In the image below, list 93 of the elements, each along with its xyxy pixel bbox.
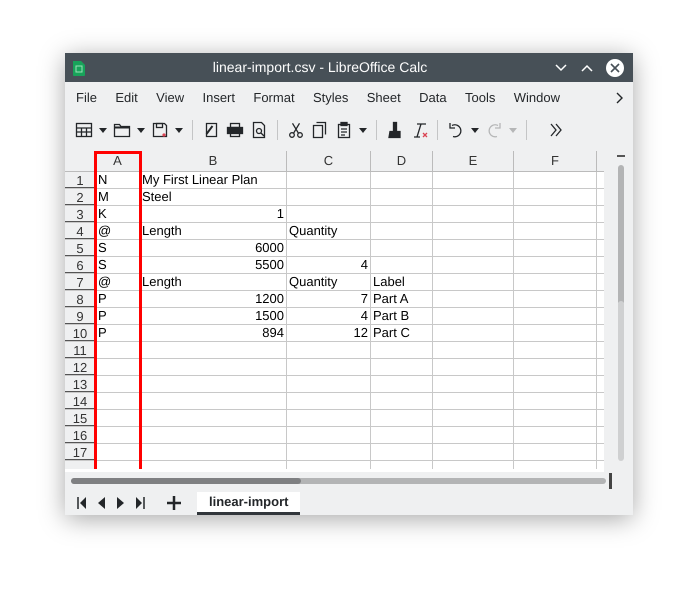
table-cell: Length bbox=[140, 223, 287, 239]
table-cell: My First Linear Plan bbox=[140, 172, 287, 188]
table-cell: P bbox=[96, 325, 140, 341]
menu-item[interactable]: Data bbox=[411, 88, 455, 108]
table-cell: Part A bbox=[371, 291, 433, 307]
sheet-tab[interactable]: linear-import bbox=[197, 492, 300, 515]
row-header[interactable]: 17 bbox=[65, 444, 96, 460]
save-icon[interactable] bbox=[151, 121, 169, 139]
menu-item[interactable]: Edit bbox=[107, 88, 146, 108]
table-cell: 4 bbox=[287, 257, 371, 273]
table-cell: 894 bbox=[140, 325, 287, 341]
menu-item[interactable]: Format bbox=[245, 88, 303, 108]
row-header[interactable]: 2 bbox=[65, 189, 96, 205]
table-cell: @ bbox=[96, 223, 140, 239]
table-cell: K bbox=[96, 206, 140, 222]
caret-icon[interactable] bbox=[137, 128, 145, 132]
table-cell: Length bbox=[140, 274, 287, 290]
table-cell: 4 bbox=[287, 308, 371, 324]
printer-icon[interactable] bbox=[226, 121, 244, 139]
row-header[interactable]: 12 bbox=[65, 359, 96, 375]
row-header[interactable]: 15 bbox=[65, 410, 96, 426]
horizontal-scrollbar[interactable] bbox=[71, 478, 606, 484]
scissors-icon[interactable] bbox=[287, 121, 305, 139]
minimize-icon[interactable] bbox=[555, 64, 567, 72]
menu-item[interactable]: Tools bbox=[456, 88, 504, 108]
clipboard-icon[interactable] bbox=[335, 121, 353, 139]
menu-item[interactable]: File bbox=[68, 88, 105, 108]
column-header[interactable]: F bbox=[514, 151, 597, 171]
close-icon[interactable] bbox=[605, 58, 625, 78]
caret-icon bbox=[509, 128, 517, 132]
row-header[interactable]: 10 bbox=[65, 325, 96, 341]
menu-item[interactable]: Sheet bbox=[358, 88, 409, 108]
folder-icon[interactable] bbox=[113, 121, 131, 139]
table-cell: Quantity bbox=[287, 274, 371, 290]
scrollbar-thumb[interactable] bbox=[71, 478, 301, 484]
row-header[interactable]: 3 bbox=[65, 206, 96, 222]
first-sheet-icon[interactable] bbox=[77, 497, 86, 509]
row-header[interactable]: 4 bbox=[65, 223, 96, 239]
last-sheet-icon[interactable] bbox=[136, 497, 145, 509]
spreadsheet-app-icon bbox=[73, 60, 85, 76]
table-cell: 5500 bbox=[140, 257, 287, 273]
table-cell: 6000 bbox=[140, 240, 287, 256]
caret-icon[interactable] bbox=[359, 128, 367, 132]
column-header[interactable]: C bbox=[287, 151, 371, 171]
table-cell: 1500 bbox=[140, 308, 287, 324]
caret-icon[interactable] bbox=[175, 128, 183, 132]
table-cell: Quantity bbox=[287, 223, 371, 239]
menu-item[interactable]: Window bbox=[506, 88, 568, 108]
table-cell: @ bbox=[96, 274, 140, 290]
column-header[interactable]: A bbox=[96, 151, 140, 171]
row-header[interactable]: 1 bbox=[65, 172, 96, 188]
table-cell: P bbox=[96, 308, 140, 324]
maximize-icon[interactable] bbox=[581, 64, 593, 72]
table-cell: Label bbox=[371, 274, 433, 290]
row-header[interactable]: 8 bbox=[65, 291, 96, 307]
copy-icon[interactable] bbox=[311, 121, 329, 139]
row-header[interactable]: 14 bbox=[65, 393, 96, 409]
row-header[interactable]: 9 bbox=[65, 308, 96, 324]
table-cell: Steel bbox=[140, 189, 287, 205]
menu-item[interactable]: View bbox=[148, 88, 192, 108]
previous-sheet-icon[interactable] bbox=[98, 497, 105, 509]
table-cell: S bbox=[96, 240, 140, 256]
add-sheet-icon[interactable] bbox=[167, 496, 181, 510]
caret-icon[interactable] bbox=[471, 128, 479, 132]
row-header[interactable]: 16 bbox=[65, 427, 96, 443]
row-header[interactable]: 11 bbox=[65, 342, 96, 358]
row-header[interactable]: 7 bbox=[65, 274, 96, 290]
table-cell: 1 bbox=[140, 206, 287, 222]
table-cell: 7 bbox=[287, 291, 371, 307]
column-header[interactable]: E bbox=[433, 151, 514, 171]
chevron-right-icon[interactable] bbox=[615, 92, 623, 104]
window-title: linear-import.csv - LibreOffice Calc bbox=[212, 58, 428, 74]
table-cell: S bbox=[96, 257, 140, 273]
column-header[interactable]: B bbox=[140, 151, 287, 171]
menu-item[interactable]: Insert bbox=[194, 88, 243, 108]
print-preview-icon[interactable] bbox=[250, 121, 268, 139]
menu-item[interactable]: Styles bbox=[304, 88, 356, 108]
scrollbar-thumb[interactable] bbox=[618, 165, 624, 305]
caret-icon[interactable] bbox=[99, 128, 107, 132]
row-header[interactable]: 13 bbox=[65, 376, 96, 392]
row-header[interactable]: 5 bbox=[65, 240, 96, 256]
next-sheet-icon[interactable] bbox=[117, 497, 124, 509]
more-tools-icon[interactable] bbox=[550, 123, 562, 137]
table-cell: Part B bbox=[371, 308, 433, 324]
table-cell: M bbox=[96, 189, 140, 205]
table-cell: 12 bbox=[287, 325, 371, 341]
column-header[interactable]: D bbox=[371, 151, 433, 171]
table-cell: 1200 bbox=[140, 291, 287, 307]
table-cell: N bbox=[96, 172, 140, 188]
table-icon[interactable] bbox=[75, 121, 93, 139]
row-header[interactable]: 6 bbox=[65, 257, 96, 273]
table-cell: P bbox=[96, 291, 140, 307]
table-cell: Part C bbox=[371, 325, 433, 341]
